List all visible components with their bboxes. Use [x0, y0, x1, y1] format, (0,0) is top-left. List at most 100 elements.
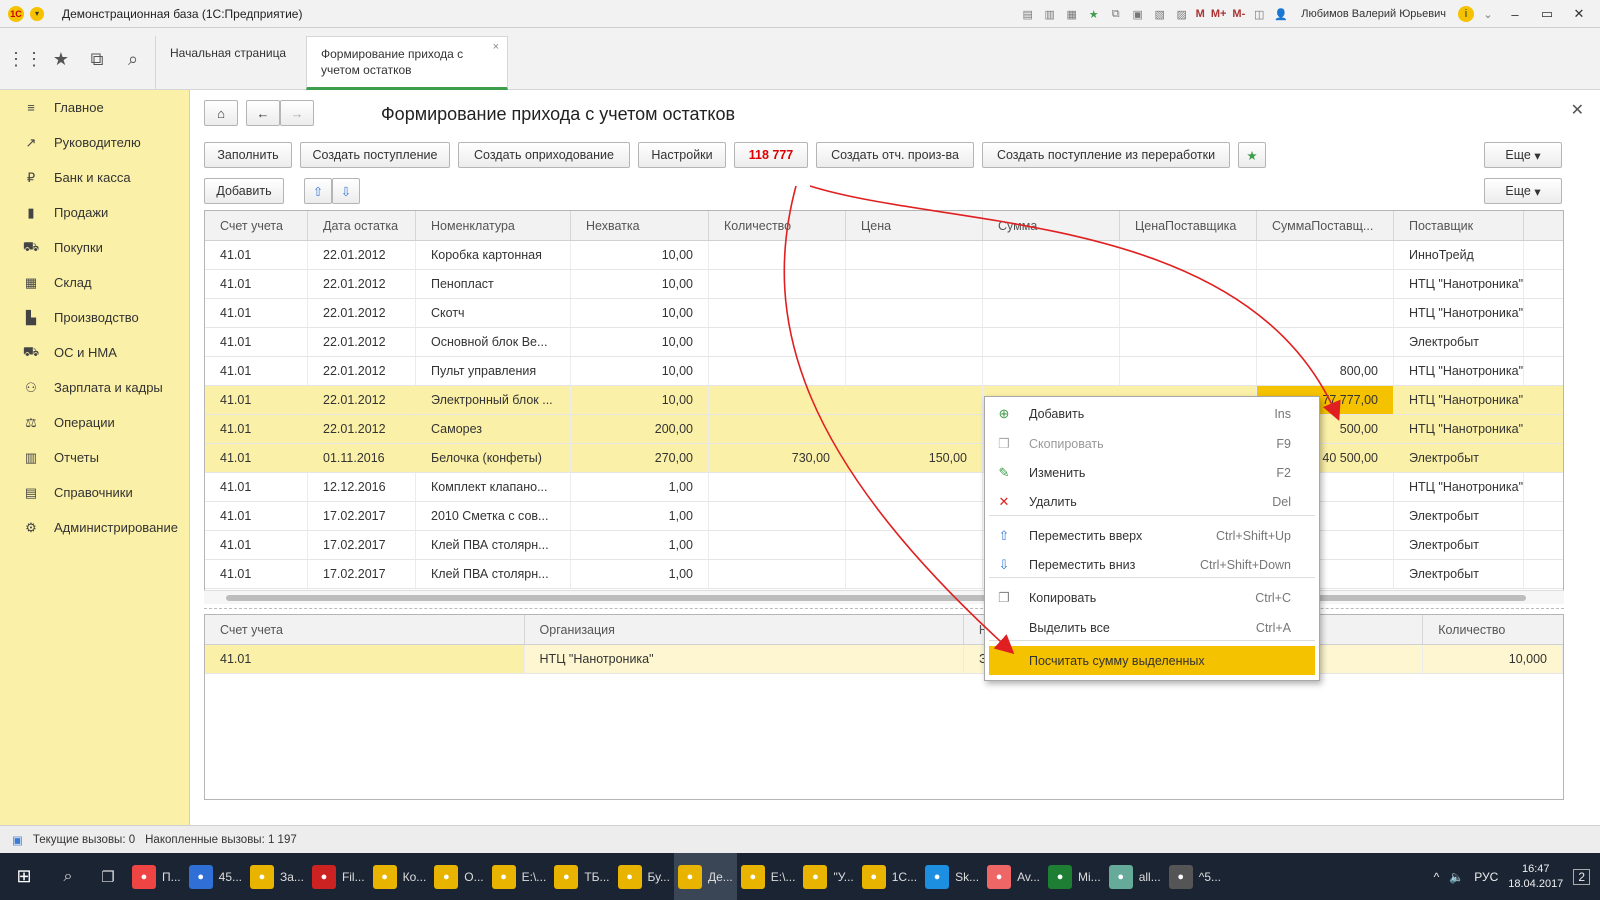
create-receipt-button[interactable]: Создать поступление	[300, 142, 450, 168]
taskbar-app-0[interactable]: ● П...	[128, 853, 185, 900]
table-row[interactable]: 41.01 17.02.2017 Клей ПВА столярн... 1,00 Эл…	[205, 560, 1563, 589]
taskbar-app-10[interactable]: ● E:\...	[737, 853, 800, 900]
col-quantity[interactable]: Количество	[1423, 615, 1563, 644]
star-icon[interactable]: ★	[50, 48, 72, 70]
table-row[interactable]: 41.01 НТЦ "Нанотроника" Э 10,000	[205, 645, 1563, 674]
taskbar-app-13[interactable]: ● Sk...	[921, 853, 983, 900]
close-tab-icon[interactable]: ×	[493, 41, 499, 53]
table-row[interactable]: 41.01 01.11.2016 Белочка (конфеты) 270,00 73…	[205, 444, 1563, 473]
taskbar-app-17[interactable]: ● ^5...	[1165, 853, 1225, 900]
col-header-4[interactable]: Количество	[709, 211, 846, 240]
col-account[interactable]: Счет учета	[205, 615, 525, 644]
col-header-0[interactable]: Счет учета	[205, 211, 308, 240]
taskbar-app-16[interactable]: ● all...	[1105, 853, 1165, 900]
favorite-star-button[interactable]: ★	[1238, 142, 1266, 168]
more-button-2[interactable]: Еще ▾	[1484, 178, 1562, 204]
horizontal-scrollbar[interactable]	[204, 590, 1564, 604]
info-icon[interactable]: i	[1458, 6, 1474, 22]
selected-sum-button[interactable]: 118 777	[734, 142, 808, 168]
table-row[interactable]: 41.01 22.01.2012 Электронный блок ... 10,00…	[205, 386, 1563, 415]
menu-item-4[interactable]: ⇧ Переместить вверх Ctrl+Shift+Up	[989, 521, 1315, 550]
menu-item-8[interactable]: Посчитать сумму выделенных	[989, 646, 1315, 675]
back-button[interactable]: ←	[246, 100, 280, 126]
sidebar-item-12[interactable]: ⚙ Администрирование	[0, 510, 189, 545]
table-row[interactable]: 41.01 17.02.2017 2010 Сметка с сов... 1,00 Э…	[205, 502, 1563, 531]
favorites-add-icon[interactable]: ★	[1086, 6, 1102, 22]
menu-item-5[interactable]: ⇩ Переместить вниз Ctrl+Shift+Down	[989, 550, 1315, 579]
sidebar-item-2[interactable]: ₽ Банк и касса	[0, 160, 189, 195]
volume-icon[interactable]: 🔈	[1449, 870, 1464, 884]
table-row[interactable]: 41.01 22.01.2012 Пенопласт 10,00 НТЦ "Нанотр…	[205, 270, 1563, 299]
col-header-5[interactable]: Цена	[846, 211, 983, 240]
close-window-button[interactable]: ✕	[1566, 4, 1592, 24]
add-button[interactable]: Добавить	[204, 178, 284, 204]
create-report-button[interactable]: Создать отч. произ-ва	[816, 142, 974, 168]
taskbar-app-2[interactable]: ● За...	[246, 853, 308, 900]
close-form-icon[interactable]: ✕	[1571, 100, 1584, 120]
taskbar-app-6[interactable]: ● E:\...	[488, 853, 551, 900]
forward-button[interactable]: →	[280, 100, 314, 126]
print-icon[interactable]: ▤	[1020, 6, 1036, 22]
table-row[interactable]: 41.01 22.01.2012 Основной блок Ве... 10,00 Э…	[205, 328, 1563, 357]
calculator-icon[interactable]: ▣	[1130, 6, 1146, 22]
memory-minus-button[interactable]: M-	[1232, 8, 1245, 20]
table-row[interactable]: 41.01 22.01.2012 Коробка картонная 10,00 Инн…	[205, 241, 1563, 270]
taskbar-app-15[interactable]: ● Mi...	[1044, 853, 1105, 900]
more-button[interactable]: Еще ▾	[1484, 142, 1562, 168]
main-table[interactable]: Счет учета Дата остатка Номенклатура Нехват…	[204, 210, 1564, 600]
clock[interactable]: 16:47 18.04.2017	[1508, 862, 1563, 892]
history-icon[interactable]: ▨	[1174, 6, 1190, 22]
balance-table[interactable]: Счет учета Организация Н Количество 41.0…	[204, 614, 1564, 800]
sidebar-item-3[interactable]: ▮ Продажи	[0, 195, 189, 230]
sidebar-item-1[interactable]: ↗ Руководителю	[0, 125, 189, 160]
tray-chevron-icon[interactable]: ^	[1434, 870, 1440, 884]
user-name[interactable]: Любимов Валерий Юрьевич	[1301, 8, 1446, 20]
sidebar-item-5[interactable]: ▦ Склад	[0, 265, 189, 300]
taskbar-app-3[interactable]: ● Fil...	[308, 853, 369, 900]
calendar-icon[interactable]: ▧	[1152, 6, 1168, 22]
print-preview-icon[interactable]: ▥	[1042, 6, 1058, 22]
menu-item-7[interactable]: Выделить все Ctrl+A	[989, 613, 1315, 642]
main-menu-icon[interactable]: ▾	[30, 6, 44, 21]
scroll-thumb[interactable]	[226, 595, 1526, 601]
notification-icon[interactable]: 2	[1573, 868, 1590, 885]
minimize-button[interactable]: –	[1502, 4, 1528, 24]
table-row[interactable]: 41.01 17.02.2017 Клей ПВА столярн... 1,00 Эл…	[205, 531, 1563, 560]
move-up-button[interactable]: ⇧	[304, 178, 332, 204]
app-logo-icon[interactable]: 1С	[8, 5, 24, 22]
taskbar-app-8[interactable]: ● Бу...	[614, 853, 674, 900]
taskbar-app-4[interactable]: ● Ко...	[369, 853, 431, 900]
taskbar-app-11[interactable]: ● "У...	[799, 853, 857, 900]
taskbar-app-1[interactable]: ● 45...	[185, 853, 246, 900]
menu-item-1[interactable]: ❐ Скопировать F9	[989, 429, 1315, 458]
sidebar-item-0[interactable]: ≡ Главное	[0, 90, 189, 125]
tab-form-receipt[interactable]: Формирование прихода с учетом остатков ×	[306, 36, 508, 90]
maximize-button[interactable]: ▭	[1534, 4, 1560, 24]
taskbar-app-5[interactable]: ● О...	[430, 853, 487, 900]
fill-button[interactable]: Заполнить	[204, 142, 292, 168]
menu-item-0[interactable]: ⊕ Добавить Ins	[989, 399, 1315, 428]
taskbar-app-12[interactable]: ● 1С...	[858, 853, 921, 900]
table-row[interactable]: 41.01 22.01.2012 Скотч 10,00 НТЦ "Нанотроник…	[205, 299, 1563, 328]
menu-item-3[interactable]: ✕ Удалить Del	[989, 487, 1315, 516]
col-header-6[interactable]: Сумма	[983, 211, 1120, 240]
settings-button[interactable]: Настройки	[638, 142, 726, 168]
memory-m-button[interactable]: M	[1196, 8, 1205, 20]
start-button[interactable]: ⊞	[0, 853, 48, 900]
table-row[interactable]: 41.01 12.12.2016 Комплект клапано... 1,00 НТ…	[205, 473, 1563, 502]
menu-item-2[interactable]: ✎ Изменить F2	[989, 458, 1315, 487]
grid-menu-icon[interactable]: ⋮⋮	[7, 48, 43, 70]
sidebar-item-7[interactable]: ⛟ ОС и НМА	[0, 335, 189, 370]
col-organization[interactable]: Организация	[525, 615, 964, 644]
search-taskbar-icon[interactable]: ⌕	[48, 853, 88, 900]
move-down-button[interactable]: ⇩	[332, 178, 360, 204]
sidebar-item-8[interactable]: ⚇ Зарплата и кадры	[0, 370, 189, 405]
language-indicator[interactable]: РУС	[1474, 870, 1498, 884]
save-icon[interactable]: ▦	[1064, 6, 1080, 22]
create-from-processing-button[interactable]: Создать поступление из переработки	[982, 142, 1230, 168]
col-header-9[interactable]: Поставщик	[1394, 211, 1524, 240]
tab-home[interactable]: Начальная страница	[155, 36, 300, 90]
memory-plus-button[interactable]: M+	[1211, 8, 1227, 20]
task-view-icon[interactable]: ❐	[88, 853, 128, 900]
chevron-down-icon[interactable]: ⌄	[1480, 6, 1496, 22]
